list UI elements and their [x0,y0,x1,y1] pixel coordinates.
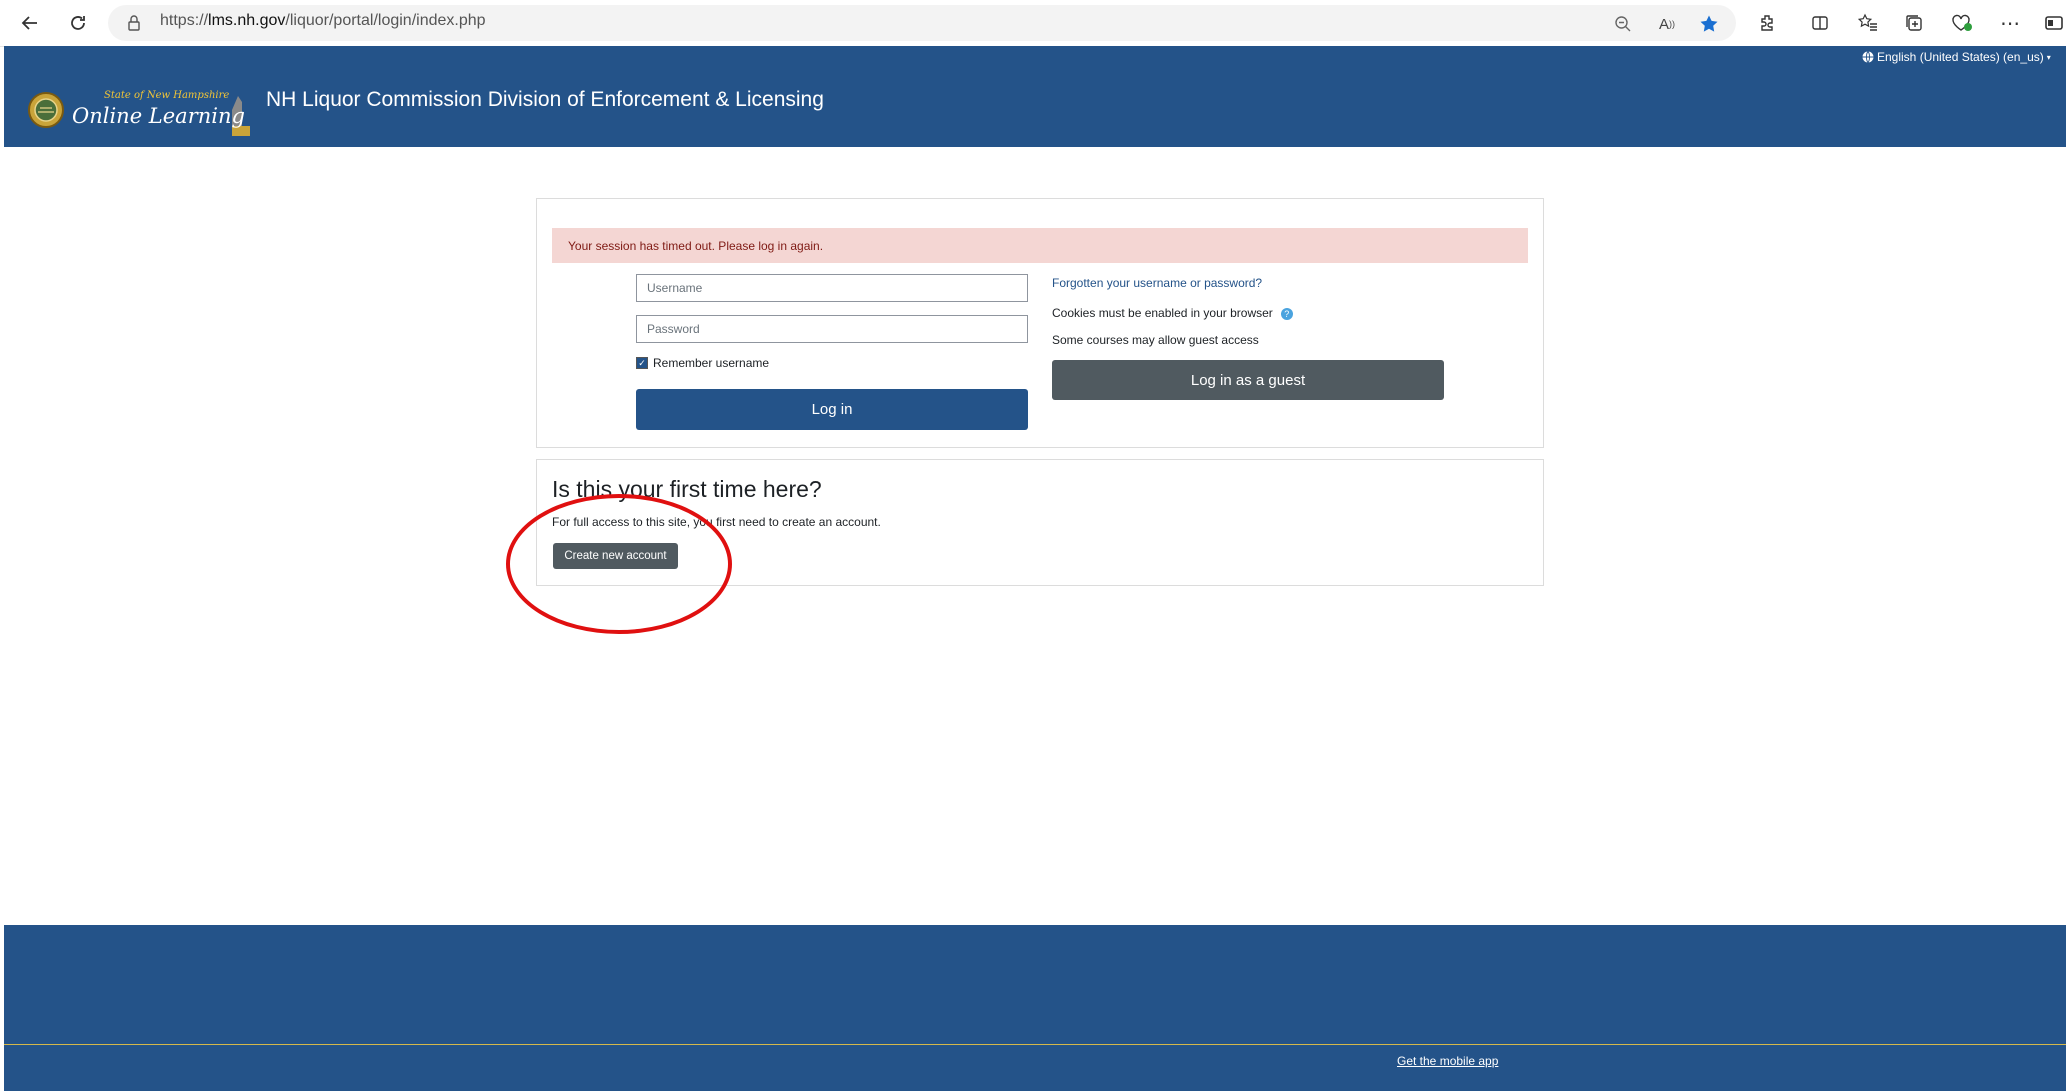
footer-divider [4,1044,2066,1045]
collections-icon[interactable] [1900,9,1928,37]
extensions-icon[interactable] [1754,9,1782,37]
sidebar-icon[interactable] [2040,9,2066,37]
login-button[interactable]: Log in [636,389,1028,430]
back-icon[interactable] [16,9,44,37]
forgot-password-link[interactable]: Forgotten your username or password? [1052,276,1262,290]
cookies-text: Cookies must be enabled in your browser [1052,306,1273,320]
url-prefix: https:// [160,12,209,29]
alert-text: Your session has timed out. Please log i… [568,238,824,253]
remember-username-checkbox[interactable]: ✓ [636,357,648,369]
caret-down-icon: ▾ [2046,52,2051,62]
favorites-list-icon[interactable] [1854,9,1882,37]
zoom-out-icon[interactable] [1610,11,1636,37]
url-text: https://lms.nh.gov/liquor/portal/login/i… [160,12,486,30]
mobile-app-link[interactable]: Get the mobile app [1397,1054,1498,1068]
address-bar[interactable]: https://lms.nh.gov/liquor/portal/login/i… [108,5,1736,41]
read-aloud-icon[interactable]: A)) [1654,11,1680,37]
split-screen-icon[interactable] [1806,9,1834,37]
site-title[interactable]: NH Liquor Commission Division of Enforce… [266,88,824,112]
password-input[interactable]: Password [636,315,1028,343]
language-label: English (United States) (en_us) [1877,50,2044,64]
logo-line2: Online Learning [72,104,245,128]
guest-access-text: Some courses may allow guest access [1052,333,1259,347]
browser-toolbar: https://lms.nh.gov/liquor/portal/login/i… [0,0,2066,47]
logo-line1: State of New Hampshire [104,90,230,101]
language-menu[interactable]: English (United States) (en_us) ▾ [1862,50,2051,64]
username-placeholder: Username [647,281,703,295]
username-input[interactable]: Username [636,274,1028,302]
session-timeout-alert: Your session has timed out. Please log i… [552,228,1528,263]
refresh-icon[interactable] [64,9,92,37]
remember-username-label[interactable]: Remember username [653,356,769,370]
more-icon[interactable]: ⋯ [1996,9,2024,37]
password-placeholder: Password [647,322,700,336]
favorite-star-icon[interactable] [1696,11,1722,37]
site-logo[interactable]: State of New Hampshire Online Learning [26,88,254,138]
url-host: lms.nh.gov [208,12,286,29]
help-icon[interactable]: ? [1280,307,1293,320]
site-footer: Get the mobile app [4,925,2066,1091]
site-header: English (United States) (en_us) ▾ State … [4,46,2066,147]
guest-login-button[interactable]: Log in as a guest [1052,360,1444,400]
lock-icon [126,14,144,32]
remember-username-row: ✓ Remember username [636,356,769,370]
red-circle-annotation [506,494,732,634]
cookies-notice: Cookies must be enabled in your browser? [1052,306,1293,320]
url-path: /liquor/portal/login/index.php [285,12,486,29]
browser-essentials-icon[interactable] [1948,9,1976,37]
globe-icon [1862,51,1874,63]
